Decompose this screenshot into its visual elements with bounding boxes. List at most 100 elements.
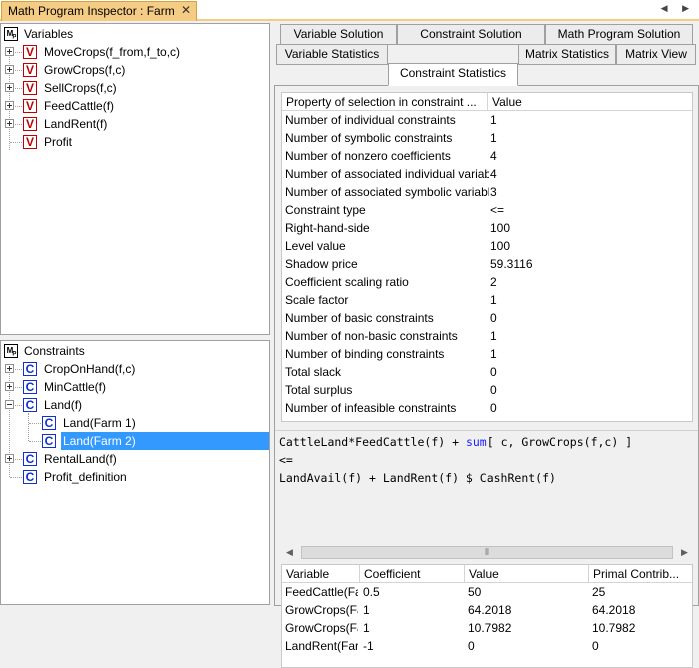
tab-variable-solution[interactable]: Variable Solution: [280, 24, 397, 45]
constraint-icon: C: [23, 452, 37, 466]
coefficients-table[interactable]: Variable Coefficient Value Primal Contri…: [281, 564, 693, 668]
tree-label: Land(Farm 2): [61, 432, 269, 450]
tab-navigation-arrows-icon[interactable]: ◀ ▶: [661, 3, 695, 14]
property-name: Right-hand-side: [285, 221, 370, 235]
tree-item-land-farm-1[interactable]: C Land(Farm 1): [1, 414, 269, 432]
property-row[interactable]: Number of non-basic constraints 1: [282, 327, 692, 345]
tree-label: MoveCrops(f_from,f_to,c): [44, 45, 181, 59]
tree-guide-line: [15, 52, 22, 53]
expand-icon[interactable]: [5, 83, 14, 92]
property-row[interactable]: Coefficient scaling ratio 2: [282, 273, 692, 291]
tree-label: CropOnHand(f,c): [44, 362, 136, 376]
property-row[interactable]: Number of associated individual variable…: [282, 165, 692, 183]
property-row[interactable]: Total surplus 0: [282, 381, 692, 399]
property-row[interactable]: Number of nonzero coefficients 4: [282, 147, 692, 165]
tree-item-mincattle[interactable]: C MinCattle(f): [1, 378, 261, 396]
tree-guide-line: [15, 70, 22, 71]
variable-icon: V: [23, 117, 37, 131]
property-value: 1: [490, 329, 497, 343]
column-header-variable[interactable]: Variable: [282, 565, 360, 583]
math-program-icon: MP: [4, 27, 18, 41]
tab-math-program-solution[interactable]: Math Program Solution: [545, 24, 693, 45]
tree-item-sellcrops[interactable]: V SellCrops(f,c): [1, 79, 261, 97]
constraint-icon: C: [42, 416, 56, 430]
tree-item-rentalland[interactable]: C RentalLand(f): [1, 450, 261, 468]
property-row[interactable]: Number of individual constraints 1: [282, 111, 692, 129]
tab-variable-statistics[interactable]: Variable Statistics: [276, 44, 388, 65]
formula-text: [ c, GrowCrops(f,c) ]: [486, 435, 633, 449]
property-row[interactable]: Level value 100: [282, 237, 692, 255]
constraint-statistics-panel: Property of selection in constraint ... …: [274, 85, 699, 668]
tree-item-feedcattle[interactable]: V FeedCattle(f): [1, 97, 261, 115]
constraints-tree[interactable]: MP Constraints C CropOnHand(f,c) C MinCa…: [0, 340, 270, 605]
property-row[interactable]: Right-hand-side 100: [282, 219, 692, 237]
property-value: 1: [490, 113, 497, 127]
constraint-icon: C: [23, 398, 37, 412]
property-name: Number of associated symbolic variables: [285, 185, 489, 199]
properties-list[interactable]: Property of selection in constraint ... …: [281, 92, 693, 422]
expand-icon[interactable]: [5, 454, 14, 463]
expand-icon[interactable]: [5, 47, 14, 56]
expand-icon[interactable]: [5, 65, 14, 74]
close-icon[interactable]: ✕: [181, 3, 191, 17]
column-header-property[interactable]: Property of selection in constraint ...: [282, 93, 488, 111]
collapse-icon[interactable]: [5, 400, 14, 409]
variables-tree[interactable]: MP Variables V MoveCrops(f_from,f_to,c) …: [0, 23, 270, 335]
property-row[interactable]: Constraint type <=: [282, 201, 692, 219]
column-header-value[interactable]: Value: [465, 565, 589, 583]
property-row[interactable]: Shadow price 59.3116: [282, 255, 692, 273]
table-row[interactable]: GrowCrops(Farm 2,... 1 10.7982 10.7982: [282, 619, 692, 637]
tree-guide-line: [10, 477, 22, 478]
tab-constraint-statistics[interactable]: Constraint Statistics: [388, 63, 518, 86]
formula-text: CattleLand*FeedCattle(f) +: [279, 435, 466, 449]
expand-icon[interactable]: [5, 119, 14, 128]
tree-guide-line: [15, 88, 22, 89]
property-name: Number of binding constraints: [285, 347, 445, 361]
property-row[interactable]: Number of symbolic constraints 1: [282, 129, 692, 147]
column-header-value[interactable]: Value: [488, 93, 692, 111]
constraint-icon: C: [23, 470, 37, 484]
property-row[interactable]: Number of associated symbolic variables 3: [282, 183, 692, 201]
tree-item-growcrops[interactable]: V GrowCrops(f,c): [1, 61, 261, 79]
table-row[interactable]: LandRent(Farm 2) -1 0 0: [282, 637, 692, 655]
tab-matrix-statistics[interactable]: Matrix Statistics: [518, 44, 616, 65]
tree-item-movecrops[interactable]: V MoveCrops(f_from,f_to,c): [1, 43, 261, 61]
cell-value: 0: [468, 639, 475, 653]
tab-constraint-solution[interactable]: Constraint Solution: [397, 24, 545, 45]
tree-item-profit[interactable]: V Profit: [1, 133, 261, 151]
property-row[interactable]: Number of basic constraints 0: [282, 309, 692, 327]
property-row[interactable]: Number of binding constraints 1: [282, 345, 692, 363]
scroll-left-icon[interactable]: ◀: [281, 544, 298, 561]
tree-guide-line: [29, 423, 41, 424]
property-value: 0: [490, 383, 497, 397]
property-row[interactable]: Scale factor 1: [282, 291, 692, 309]
scroll-thumb[interactable]: ⦀: [301, 546, 673, 559]
tree-item-land[interactable]: C Land(f): [1, 396, 261, 414]
tree-label: Variables: [24, 27, 74, 41]
property-value: 1: [490, 347, 497, 361]
tree-label: Land(Farm 1): [63, 416, 136, 430]
column-header-coefficient[interactable]: Coefficient: [360, 565, 465, 583]
column-header-primal-contribution[interactable]: Primal Contrib...: [589, 565, 692, 583]
property-row[interactable]: Total slack 0: [282, 363, 692, 381]
tree-item-croponhand[interactable]: C CropOnHand(f,c): [1, 360, 261, 378]
property-value: 2: [490, 275, 497, 289]
document-tab[interactable]: Math Program Inspector : Farm ✕: [1, 1, 197, 21]
table-row[interactable]: FeedCattle(Farm 2) 0.5 50 25: [282, 583, 692, 601]
expand-icon[interactable]: [5, 382, 14, 391]
tree-item-profit-definition[interactable]: C Profit_definition: [1, 468, 261, 486]
formula-line-3: LandAvail(f) + LandRent(f) $ CashRent(f): [279, 471, 556, 485]
horizontal-scrollbar[interactable]: ◀ ⦀ ▶: [281, 544, 693, 561]
tree-item-landrent[interactable]: V LandRent(f): [1, 115, 261, 133]
tab-matrix-view[interactable]: Matrix View: [616, 44, 696, 65]
tree-item-land-farm-2[interactable]: C Land(Farm 2): [1, 432, 269, 450]
scroll-right-icon[interactable]: ▶: [676, 544, 693, 561]
cell-variable: LandRent(Farm 2): [285, 639, 358, 653]
variable-icon: V: [23, 45, 37, 59]
table-row[interactable]: GrowCrops(Farm 2,... 1 64.2018 64.2018: [282, 601, 692, 619]
property-row[interactable]: Number of infeasible constraints 0: [282, 399, 692, 417]
property-name: Shadow price: [285, 257, 358, 271]
tree-label: LandRent(f): [44, 117, 108, 131]
expand-icon[interactable]: [5, 364, 14, 373]
expand-icon[interactable]: [5, 101, 14, 110]
